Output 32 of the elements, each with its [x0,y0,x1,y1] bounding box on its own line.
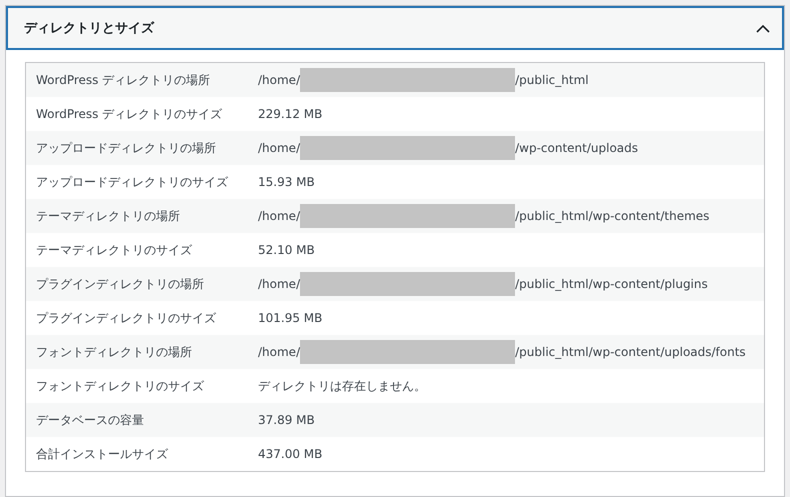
field-value: /public_html/wp-content/themes [515,209,710,223]
field-value: 229.12 MB [258,107,322,121]
field-value: /public_html/wp-content/plugins [515,277,708,291]
field-label: WordPress ディレクトリのサイズ [35,106,224,123]
field-value: ディレクトリは存在しません。 [258,378,426,394]
field-label: WordPress ディレクトリの場所 [35,72,212,89]
field-label: 合計インストールサイズ [35,446,169,463]
field-label: プラグインディレクトリのサイズ [35,310,217,327]
field-value: /public_html [515,73,589,87]
field-value: /wp-content/uploads [515,141,638,155]
chevron-up-icon [756,24,770,32]
field-value: /home/ [258,73,300,87]
field-label: テーマディレクトリのサイズ [35,242,193,259]
field-value: 37.89 MB [258,413,315,427]
field-label: プラグインディレクトリの場所 [35,276,205,293]
field-label: テーマディレクトリの場所 [35,208,181,225]
field-label: アップロードディレクトリのサイズ [35,174,229,191]
field-value: /home/ [258,345,300,359]
field-label: アップロードディレクトリの場所 [35,140,217,157]
field-value: /home/ [258,141,300,155]
field-value: 15.93 MB [258,175,315,189]
section-header[interactable]: ディレクトリとサイズ [6,6,784,50]
section-title: ディレクトリとサイズ [24,20,154,37]
field-value: 101.95 MB [258,311,322,325]
field-value: 437.00 MB [258,447,322,461]
field-value: /home/ [258,209,300,223]
field-label: フォントディレクトリの場所 [35,344,193,361]
field-value: /home/ [258,277,300,291]
field-label: データベースの容量 [35,412,145,429]
field-value: 52.10 MB [258,243,315,257]
field-label: フォントディレクトリのサイズ [35,378,205,395]
field-value: /public_html/wp-content/uploads/fonts [515,345,746,359]
